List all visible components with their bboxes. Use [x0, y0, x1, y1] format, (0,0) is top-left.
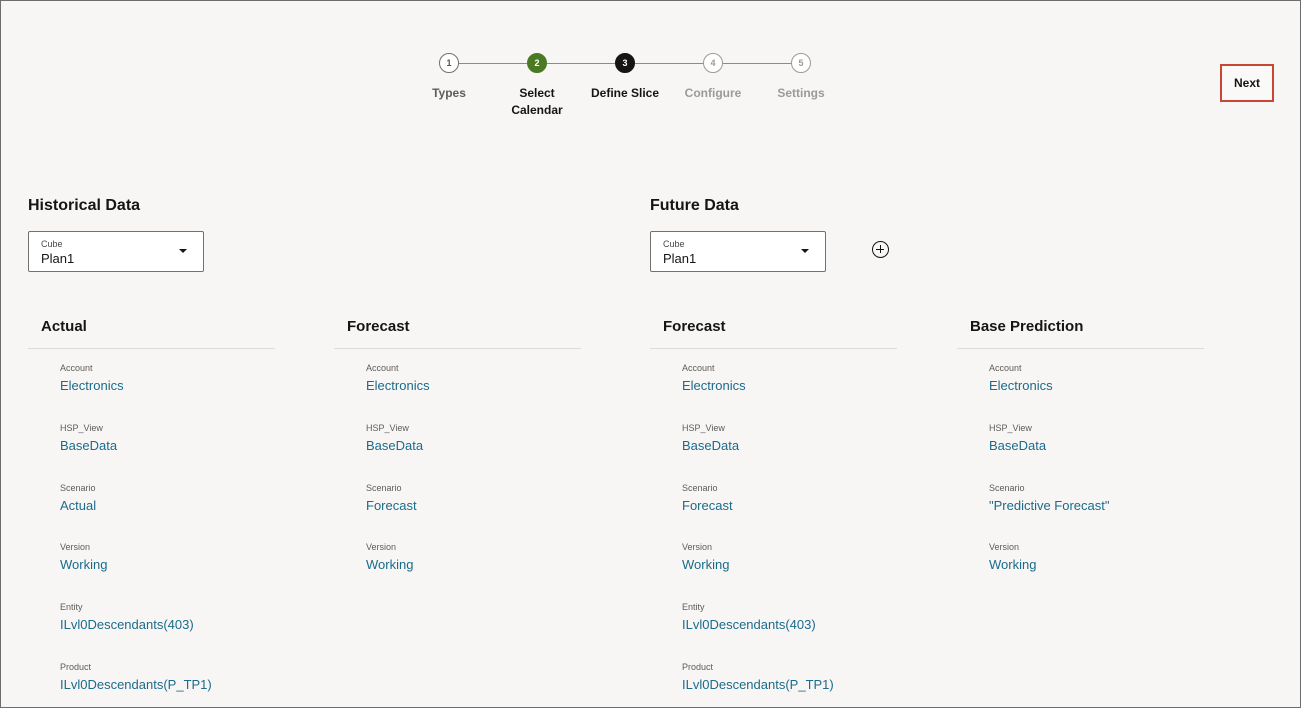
field-value-link[interactable]: BaseData [682, 438, 739, 454]
step-label: Settings [777, 86, 825, 100]
cube-label: Cube [663, 239, 685, 249]
step-number: 3 [615, 53, 635, 73]
column-title: Forecast [650, 313, 897, 349]
field-account: Account Electronics [60, 363, 124, 394]
step-label: Select Calendar [511, 86, 563, 117]
column-title: Base Prediction [957, 313, 1204, 349]
field-value-link[interactable]: BaseData [366, 438, 423, 454]
field-hsp-view: HSP_View BaseData [989, 423, 1046, 454]
step-number: 1 [439, 53, 459, 73]
field-label: Version [989, 542, 1020, 552]
field-value-link[interactable]: Actual [60, 498, 96, 514]
cube-value: Plan1 [663, 251, 697, 266]
cube-value: Plan1 [41, 251, 75, 266]
field-value-link[interactable]: ILvl0Descendants(P_TP1) [60, 677, 212, 693]
historical-data-heading: Historical Data [28, 197, 141, 214]
field-label: Scenario [989, 483, 1025, 493]
step-settings[interactable]: 5 Settings [741, 53, 861, 102]
cube-label: Cube [41, 239, 63, 249]
field-value-link[interactable]: Working [60, 557, 107, 573]
next-button[interactable]: Next [1220, 64, 1274, 102]
field-label: HSP_View [60, 423, 103, 433]
field-label: HSP_View [682, 423, 725, 433]
add-circle-icon[interactable] [872, 241, 889, 258]
field-hsp-view: HSP_View BaseData [682, 423, 739, 454]
slice-column-actual: Actual Account Electronics HSP_View Base… [28, 313, 275, 692]
wizard-page: 1 Types 2 Select Calendar 3 Define Slice… [0, 0, 1301, 708]
field-value-link[interactable]: ILvl0Descendants(403) [60, 617, 194, 633]
field-value-link[interactable]: BaseData [989, 438, 1046, 454]
field-entity: Entity ILvl0Descendants(403) [60, 602, 194, 633]
field-account: Account Electronics [366, 363, 430, 394]
field-account: Account Electronics [682, 363, 746, 394]
field-label: Scenario [60, 483, 96, 493]
field-value-link[interactable]: Forecast [366, 498, 417, 514]
field-label: Account [60, 363, 93, 373]
step-number: 4 [703, 53, 723, 73]
field-version: Version Working [989, 542, 1036, 573]
field-version: Version Working [366, 542, 413, 573]
field-hsp-view: HSP_View BaseData [60, 423, 117, 454]
field-label: HSP_View [989, 423, 1032, 433]
field-scenario: Scenario Forecast [682, 483, 733, 514]
field-value-link[interactable]: Electronics [989, 378, 1053, 394]
field-value-link[interactable]: Working [989, 557, 1036, 573]
field-value-link[interactable]: Working [682, 557, 729, 573]
field-scenario: Scenario Actual [60, 483, 96, 514]
field-value-link[interactable]: Electronics [682, 378, 746, 394]
future-data-heading: Future Data [650, 197, 739, 214]
field-version: Version Working [60, 542, 107, 573]
field-label: HSP_View [366, 423, 409, 433]
field-value-link[interactable]: ILvl0Descendants(403) [682, 617, 816, 633]
field-label: Account [366, 363, 399, 373]
column-title: Forecast [334, 313, 581, 349]
column-title: Actual [28, 313, 275, 349]
field-product: Product ILvl0Descendants(P_TP1) [682, 662, 834, 693]
historical-cube-select[interactable]: Cube Plan1 [28, 231, 204, 272]
field-label: Version [366, 542, 397, 552]
field-value-link[interactable]: Electronics [366, 378, 430, 394]
field-value-link[interactable]: "Predictive Forecast" [989, 498, 1110, 514]
chevron-down-icon [801, 249, 809, 253]
slice-column-base-prediction: Base Prediction Account Electronics HSP_… [957, 313, 1204, 572]
field-value-link[interactable]: Forecast [682, 498, 733, 514]
field-label: Entity [682, 602, 705, 612]
step-number: 5 [791, 53, 811, 73]
chevron-down-icon [179, 249, 187, 253]
field-value-link[interactable]: Electronics [60, 378, 124, 394]
slice-column-forecast-historical: Forecast Account Electronics HSP_View Ba… [334, 313, 581, 572]
field-label: Account [682, 363, 715, 373]
field-label: Product [60, 662, 92, 672]
field-entity: Entity ILvl0Descendants(403) [682, 602, 816, 633]
field-label: Account [989, 363, 1022, 373]
field-product: Product ILvl0Descendants(P_TP1) [60, 662, 212, 693]
field-scenario: Scenario "Predictive Forecast" [989, 483, 1110, 514]
field-label: Product [682, 662, 714, 672]
field-label: Version [682, 542, 713, 552]
field-label: Entity [60, 602, 83, 612]
field-account: Account Electronics [989, 363, 1053, 394]
field-hsp-view: HSP_View BaseData [366, 423, 423, 454]
field-value-link[interactable]: BaseData [60, 438, 117, 454]
field-value-link[interactable]: Working [366, 557, 413, 573]
field-label: Scenario [682, 483, 718, 493]
field-label: Scenario [366, 483, 402, 493]
field-scenario: Scenario Forecast [366, 483, 417, 514]
field-label: Version [60, 542, 91, 552]
future-cube-select[interactable]: Cube Plan1 [650, 231, 826, 272]
field-value-link[interactable]: ILvl0Descendants(P_TP1) [682, 677, 834, 693]
field-version: Version Working [682, 542, 729, 573]
step-number: 2 [527, 53, 547, 73]
slice-column-forecast-future: Forecast Account Electronics HSP_View Ba… [650, 313, 897, 692]
